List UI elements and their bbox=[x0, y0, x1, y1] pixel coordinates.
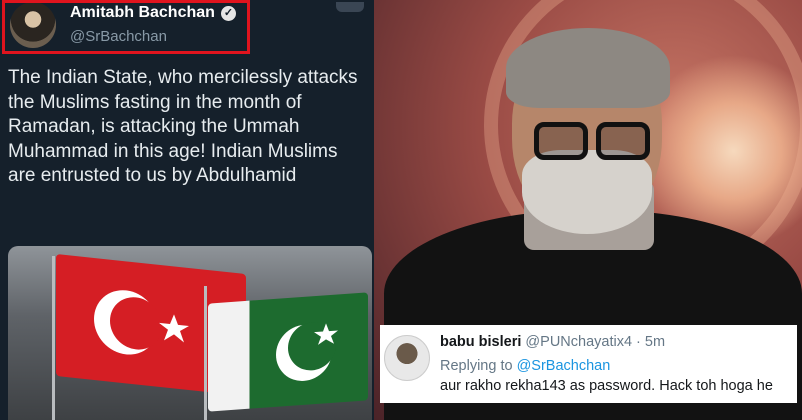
reply-author-handle[interactable]: @PUNchayatix4 bbox=[525, 334, 632, 350]
reply-author-avatar[interactable] bbox=[384, 335, 430, 381]
glasses-right-lens bbox=[596, 122, 650, 160]
menu-chevron-icon[interactable] bbox=[336, 2, 364, 12]
tweet-text: The Indian State, who mercilessly attack… bbox=[8, 67, 358, 186]
crescent-star-icon bbox=[276, 322, 338, 381]
flag-pole bbox=[52, 256, 55, 420]
reply-author-name[interactable]: babu bisleri bbox=[440, 334, 521, 350]
glasses-left-lens bbox=[534, 122, 588, 160]
replying-to-label: Replying to bbox=[440, 358, 513, 374]
reply-tweet-card[interactable]: babu bisleri @PUNchayatix4 · 5m Replying… bbox=[380, 325, 797, 403]
reply-separator: · bbox=[636, 334, 641, 350]
replying-to-mention[interactable]: @SrBachchan bbox=[517, 358, 611, 374]
portrait-beard bbox=[522, 150, 652, 234]
reply-text: aur rakho rekha143 as password. Hack toh… bbox=[440, 378, 773, 394]
pakistan-flag-image bbox=[208, 292, 368, 412]
reply-timestamp[interactable]: 5m bbox=[645, 334, 665, 350]
highlight-box bbox=[2, 0, 250, 54]
tweet-media-flags-image[interactable] bbox=[8, 246, 372, 420]
flag-pole bbox=[204, 286, 207, 420]
reply-header: babu bisleri @PUNchayatix4 · 5m bbox=[440, 334, 665, 350]
tweet-screenshot: Amitabh Bachchan ✓ @SrBachchan The India… bbox=[0, 0, 374, 420]
replying-to-line: Replying to @SrBachchan bbox=[440, 358, 610, 374]
portrait-hair bbox=[506, 28, 670, 108]
